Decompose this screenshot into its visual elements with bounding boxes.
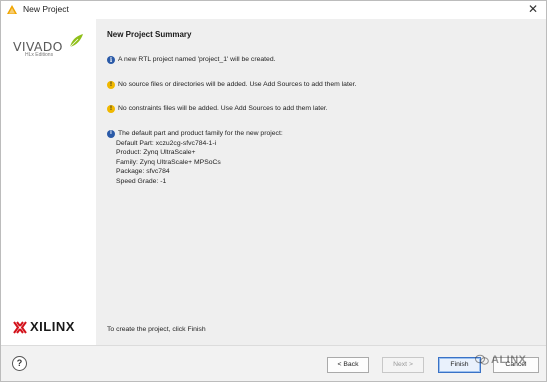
package: Package: sfvc784 [116,168,170,175]
summary-panel: New Project Summary i A new RTL project … [96,19,546,345]
help-button[interactable]: ? [12,356,27,371]
info-icon: i [107,129,115,138]
window-title: New Project [23,4,69,14]
watermark: ALINX [475,354,527,366]
vivado-edition-label: HLx Editions [25,52,54,58]
button-bar: ? < Back Next > Finish Cancel ALINX [1,345,546,381]
part-intro: i The default part and product family fo… [107,129,283,139]
finish-instruction: To create the project, click Finish [107,326,206,333]
info-icon: i [107,56,115,64]
vivado-app-icon [7,5,17,14]
default-part: Default Part: xczu2cg-sfvc784-1-i [116,139,217,147]
part-details: i The default part and product family fo… [107,129,283,186]
product: Product: Zynq UltraScale+ [116,149,196,156]
close-icon[interactable]: ✕ [526,2,540,16]
chat-icon [475,354,489,365]
message-no-sources: ! No source files or directories will be… [107,81,356,89]
message-text: A new RTL project named 'project_1' will… [118,56,276,63]
vivado-leaf-icon [69,34,83,48]
new-project-dialog: New Project ✕ VIVADO HLx Editions XILINX… [0,0,547,382]
part-intro-text: The default part and product family for … [118,130,283,137]
speed-grade: Speed Grade: -1 [116,177,167,185]
family: Family: Zynq UltraScale+ MPSoCs [116,158,221,166]
next-button[interactable]: Next > [382,357,424,373]
page-title: New Project Summary [107,30,192,39]
branding-panel: VIVADO HLx Editions XILINX [1,19,96,345]
xilinx-mark-icon [13,321,27,334]
xilinx-wordmark: XILINX [30,319,75,334]
xilinx-logo: XILINX [13,319,93,337]
warning-icon: ! [107,81,115,89]
message-no-constraints: ! No constraints files will be added. Us… [107,105,328,113]
message-text: No source files or directories will be a… [118,81,357,88]
back-button[interactable]: < Back [327,357,369,373]
watermark-text: ALINX [491,354,527,366]
title-bar: New Project ✕ [1,1,546,19]
vivado-logo: VIVADO HLx Editions [13,33,83,61]
warning-icon: ! [107,105,115,113]
message-project-created: i A new RTL project named 'project_1' wi… [107,56,276,64]
message-text: No constraints files will be added. Use … [118,105,328,112]
